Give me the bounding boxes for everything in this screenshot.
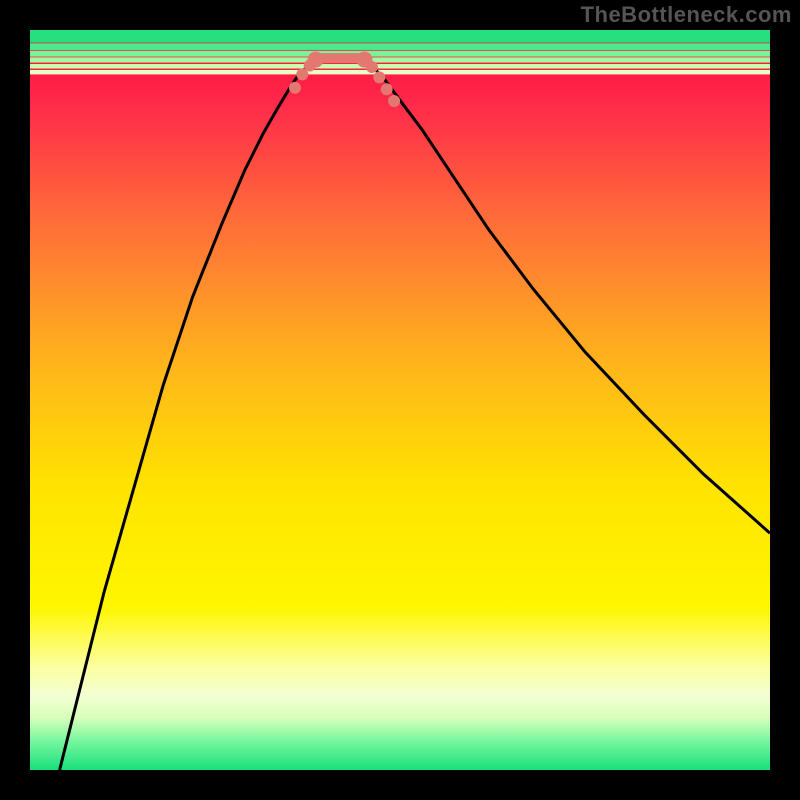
green-band-group bbox=[30, 30, 770, 74]
plot-area bbox=[30, 30, 770, 770]
bottleneck-chart-svg bbox=[30, 30, 770, 770]
watermark-text: TheBottleneck.com bbox=[581, 2, 792, 28]
chart-container: TheBottleneck.com bbox=[0, 0, 800, 800]
gradient-background bbox=[30, 30, 770, 770]
